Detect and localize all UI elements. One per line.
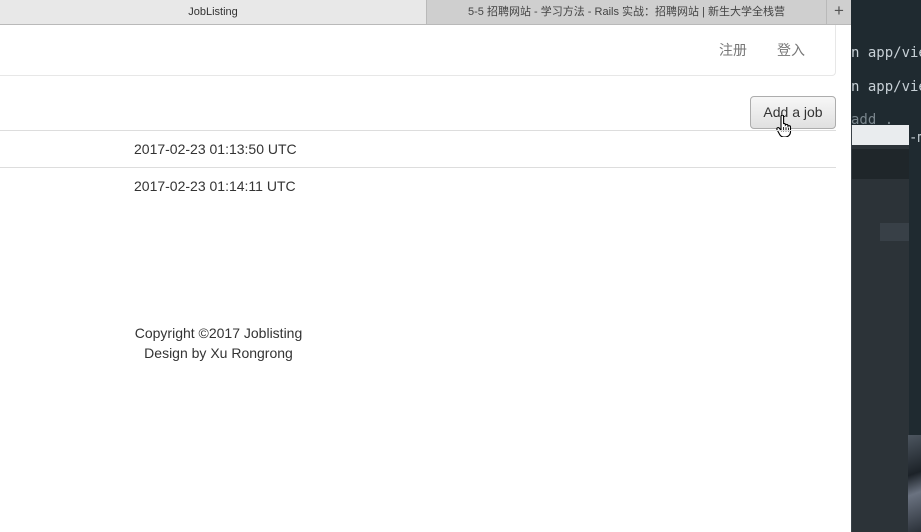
wallpaper-thumbnail <box>908 435 921 532</box>
hand-pointer-icon <box>776 115 792 137</box>
overlay-selection <box>880 223 909 241</box>
tab-joblisting[interactable]: JobListing <box>0 0 427 24</box>
job-created-at: 2017-02-23 01:14:11 UTC <box>134 178 296 194</box>
terminal-line: n app/vie <box>851 45 921 61</box>
register-link[interactable]: 注册 <box>719 25 747 75</box>
terminal-overlay-window <box>851 125 921 532</box>
tab-course-page[interactable]: 5-5 招聘网站 - 学习方法 - Rails 实战：招聘网站 | 新生大学全栈… <box>427 0 827 24</box>
table-divider <box>0 130 836 131</box>
overlay-toolbar <box>852 149 909 179</box>
new-tab-button[interactable]: + <box>827 0 851 24</box>
overlay-titlebar <box>852 125 909 145</box>
footer: Copyright ©2017 Joblisting Design by Xu … <box>0 323 437 363</box>
terminal-line: n app/vie <box>851 79 921 95</box>
navbar: 注册 登入 <box>0 25 836 76</box>
table-divider <box>0 167 836 168</box>
add-job-button[interactable]: Add a job <box>750 96 836 129</box>
page-viewport: 注册 登入 Add a job 2017-02-23 01:13:50 UTC … <box>0 25 851 532</box>
footer-designer: Design by Xu Rongrong <box>144 345 293 361</box>
browser-tab-bar: JobListing 5-5 招聘网站 - 学习方法 - Rails 实战：招聘… <box>0 0 851 25</box>
footer-copyright: Copyright ©2017 Joblisting <box>134 325 303 341</box>
terminal-line: -m <box>909 130 921 146</box>
login-link[interactable]: 登入 <box>777 25 805 75</box>
job-created-at: 2017-02-23 01:13:50 UTC <box>134 141 297 157</box>
